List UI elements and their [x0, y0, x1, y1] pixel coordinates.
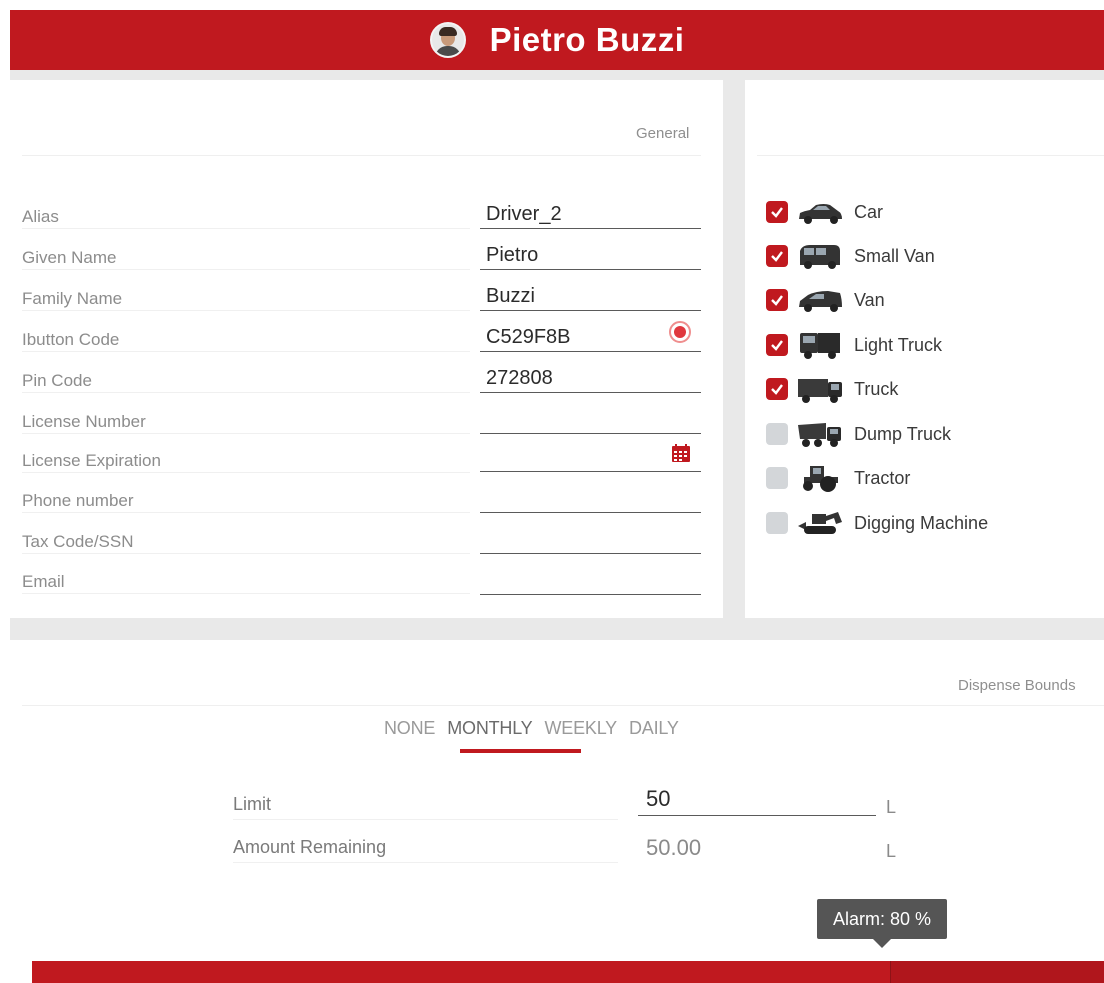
vehicle-label-digging-machine: Digging Machine	[854, 512, 989, 533]
tax-code-field[interactable]	[480, 528, 701, 554]
given-name-field[interactable]: Pietro	[480, 244, 701, 270]
amount-remaining-unit: L	[886, 841, 897, 861]
vehicle-option-dump-truck[interactable]: Dump Truck	[766, 417, 951, 451]
pin-code-label: Pin Code	[22, 369, 470, 393]
vehicle-label-dump-truck: Dump Truck	[854, 423, 952, 444]
alarm-threshold-slider[interactable]	[32, 961, 1104, 983]
vehicle-option-car[interactable]: Car	[766, 195, 883, 229]
phone-number-field[interactable]	[480, 487, 701, 513]
active-tab-indicator	[460, 749, 581, 753]
tractor-icon	[803, 466, 838, 492]
driver-name: Pietro Buzzi	[489, 21, 685, 58]
tax-code-label: Tax Code/SSN	[22, 530, 470, 554]
phone-number-label: Phone number	[22, 489, 470, 513]
family-name-label: Family Name	[22, 287, 470, 311]
light-truck-icon	[800, 333, 840, 359]
car-icon	[799, 204, 842, 224]
vehicle-option-light-truck[interactable]: Light Truck	[766, 328, 942, 362]
profile-header: Pietro Buzzi	[10, 10, 1104, 70]
alias-label: Alias	[22, 205, 470, 229]
avatar[interactable]	[429, 22, 466, 58]
family-name-field[interactable]: Buzzi	[480, 285, 701, 311]
checkbox-checked-icon[interactable]	[766, 378, 788, 400]
email-field[interactable]	[480, 569, 701, 595]
tab-weekly[interactable]: WEEKLY	[545, 718, 618, 739]
given-name-label: Given Name	[22, 246, 470, 270]
vehicle-option-small-van[interactable]: Small Van	[766, 239, 935, 273]
tab-none[interactable]: NONE	[384, 718, 435, 739]
checkbox-checked-icon[interactable]	[766, 289, 788, 311]
calendar-icon[interactable]	[671, 443, 691, 463]
checkbox-checked-icon[interactable]	[766, 334, 788, 356]
checkbox-unchecked-icon[interactable]	[766, 512, 788, 534]
general-section-title: General	[636, 125, 690, 142]
ibutton-code-field[interactable]: C529F8B	[480, 326, 701, 352]
tab-monthly[interactable]: MONTHLY	[447, 718, 532, 739]
vehicle-option-digging-machine[interactable]: Digging Machine	[766, 506, 988, 540]
license-number-field[interactable]	[480, 408, 701, 434]
truck-icon	[798, 379, 842, 403]
amount-remaining-value: 50.00	[646, 835, 702, 860]
digging-machine-icon	[798, 512, 842, 534]
small-van-icon	[800, 245, 840, 269]
vehicle-label-van: Van	[854, 289, 885, 310]
vehicle-label-tractor: Tractor	[854, 467, 911, 488]
ibutton-code-label: Ibutton Code	[22, 328, 470, 352]
dispense-section-title: Dispense Bounds	[958, 677, 1076, 694]
limit-field[interactable]: 50	[638, 786, 876, 816]
vehicle-option-tractor[interactable]: Tractor	[766, 461, 910, 495]
alarm-tooltip: Alarm: 80 %	[817, 899, 947, 948]
license-expiration-label: License Expiration	[22, 449, 470, 473]
vehicle-label-car: Car	[854, 201, 884, 222]
vehicle-option-truck[interactable]: Truck	[766, 372, 898, 406]
checkbox-unchecked-icon[interactable]	[766, 423, 788, 445]
amount-remaining-label: Amount Remaining	[233, 837, 618, 863]
van-icon	[799, 291, 842, 312]
dump-truck-icon	[798, 423, 841, 447]
checkbox-checked-icon[interactable]	[766, 201, 788, 223]
dispense-divider	[22, 705, 1104, 706]
pin-code-field[interactable]: 272808	[480, 367, 701, 393]
checkbox-checked-icon[interactable]	[766, 245, 788, 267]
limit-label: Limit	[233, 794, 618, 820]
limit-unit: L	[886, 797, 897, 817]
alarm-threshold-marker[interactable]	[890, 961, 1104, 983]
vehicle-types-divider	[757, 155, 1104, 156]
period-tabs: NONE MONTHLY WEEKLY DAILY	[384, 718, 691, 739]
checkbox-unchecked-icon[interactable]	[766, 467, 788, 489]
ibutton-read-icon[interactable]	[669, 321, 691, 343]
license-number-label: License Number	[22, 410, 470, 434]
license-expiration-field[interactable]	[480, 446, 701, 472]
vehicle-label-light-truck: Light Truck	[854, 334, 943, 355]
vehicle-option-van[interactable]: Van	[766, 283, 885, 317]
vehicle-label-truck: Truck	[854, 378, 899, 399]
vehicle-label-small-van: Small Van	[854, 245, 935, 266]
alias-field[interactable]: Driver_2	[480, 203, 701, 229]
general-divider	[22, 155, 701, 156]
tab-daily[interactable]: DAILY	[629, 718, 679, 739]
email-label: Email	[22, 570, 470, 594]
